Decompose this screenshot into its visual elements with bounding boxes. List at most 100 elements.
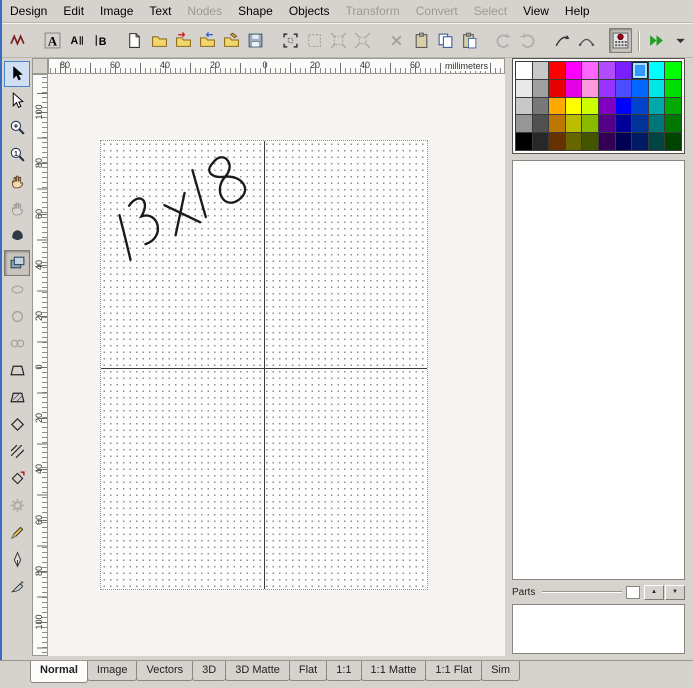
import-file-button[interactable] [172,28,194,53]
shade-tool-button[interactable] [4,223,30,249]
tab-sim[interactable]: Sim [481,661,520,681]
rotate-shape-tool-button[interactable] [4,412,30,438]
parts-down-button[interactable]: ▼ [665,585,685,600]
save-file-button[interactable] [245,28,267,53]
color-swatch[interactable] [616,133,632,150]
new-document-button[interactable] [124,28,146,53]
color-swatch[interactable] [533,115,549,132]
freehand-draw-button[interactable] [7,28,29,53]
color-swatch[interactable] [516,62,532,79]
color-swatch[interactable] [533,133,549,150]
menu-image[interactable]: Image [92,2,141,20]
tab-1-1-flat[interactable]: 1:1 Flat [425,661,482,681]
send-to-engraver-button[interactable] [646,28,668,53]
color-swatch[interactable] [549,98,565,115]
parts-swatch[interactable] [626,586,640,599]
color-swatch[interactable] [599,80,615,97]
tab-vectors[interactable]: Vectors [136,661,193,681]
color-swatch[interactable] [632,115,648,132]
skew-shape-tool-button[interactable] [4,466,30,492]
color-swatch[interactable] [616,62,632,79]
color-swatch[interactable] [649,115,665,132]
color-swatch[interactable] [566,115,582,132]
text-vertical-button[interactable] [90,28,112,53]
color-swatch[interactable] [616,115,632,132]
select-frame-button[interactable] [279,28,301,53]
color-swatch[interactable] [665,133,681,150]
zoom-actual-tool-button[interactable] [4,142,30,168]
open-file-button[interactable] [148,28,170,53]
color-swatch[interactable] [599,115,615,132]
toolbar-options-button[interactable] [670,28,692,53]
select-tool-button[interactable] [4,61,30,87]
color-swatch[interactable] [582,98,598,115]
hatch-fill-tool-button[interactable] [4,439,30,465]
color-swatch[interactable] [549,115,565,132]
color-swatch[interactable] [516,133,532,150]
design-canvas[interactable]: 13 x18 [48,74,505,656]
color-swatch[interactable] [566,98,582,115]
color-swatch[interactable] [549,133,565,150]
menu-shape[interactable]: Shape [230,2,281,20]
text-compose-button[interactable] [41,28,63,53]
tab-3d[interactable]: 3D [192,661,226,681]
fill-tool-button[interactable] [4,250,30,276]
color-swatch[interactable] [649,62,665,79]
menu-objects[interactable]: Objects [281,2,338,20]
color-swatch[interactable] [649,80,665,97]
menu-view[interactable]: View [515,2,557,20]
measure-button[interactable] [551,28,573,53]
color-swatch[interactable] [582,115,598,132]
tab-1-1[interactable]: 1:1 [326,661,361,681]
tab-1-1-matte[interactable]: 1:1 Matte [361,661,427,681]
polygon-fill-tool-button[interactable] [4,385,30,411]
arc-edit-button[interactable] [575,28,597,53]
color-swatch[interactable] [533,62,549,79]
color-swatch[interactable] [649,133,665,150]
menu-help[interactable]: Help [557,2,598,20]
color-swatch[interactable] [533,80,549,97]
color-swatch[interactable] [632,62,648,79]
color-swatch[interactable] [616,80,632,97]
text-kerning-button[interactable] [65,28,87,53]
engrave-preview-button[interactable] [609,28,631,53]
polygon-tool-button[interactable] [4,358,30,384]
tab-3d-matte[interactable]: 3D Matte [225,661,290,681]
menu-design[interactable]: Design [2,2,55,20]
color-swatch[interactable] [549,80,565,97]
color-swatch[interactable] [649,98,665,115]
color-swatch[interactable] [632,80,648,97]
color-swatch[interactable] [616,98,632,115]
color-swatch[interactable] [549,62,565,79]
tab-image[interactable]: Image [87,661,138,681]
node-edit-tool-button[interactable] [4,88,30,114]
color-swatch[interactable] [665,62,681,79]
engraving-plate[interactable]: 13 x18 [100,140,428,590]
edit-file-button[interactable] [221,28,243,53]
color-swatch[interactable] [599,133,615,150]
color-swatch[interactable] [665,98,681,115]
pen-tool-button[interactable] [4,547,30,573]
copy-button[interactable] [434,28,456,53]
knife-tool-button[interactable] [4,574,30,600]
cut-button[interactable] [410,28,432,53]
color-swatch[interactable] [599,98,615,115]
color-swatch[interactable] [632,133,648,150]
color-swatch[interactable] [566,80,582,97]
color-swatch[interactable] [665,80,681,97]
color-swatch[interactable] [566,133,582,150]
color-swatch[interactable] [632,98,648,115]
pan-tool-button[interactable] [4,169,30,195]
tab-normal[interactable]: Normal [30,661,88,683]
color-swatch[interactable] [582,133,598,150]
color-swatch[interactable] [516,115,532,132]
color-swatch[interactable] [566,62,582,79]
color-swatch[interactable] [516,80,532,97]
menu-text[interactable]: Text [141,2,179,20]
color-swatch[interactable] [533,98,549,115]
color-swatch[interactable] [665,115,681,132]
parts-up-button[interactable]: ▲ [644,585,664,600]
color-swatch[interactable] [582,62,598,79]
paste-button[interactable] [458,28,480,53]
export-file-button[interactable] [196,28,218,53]
